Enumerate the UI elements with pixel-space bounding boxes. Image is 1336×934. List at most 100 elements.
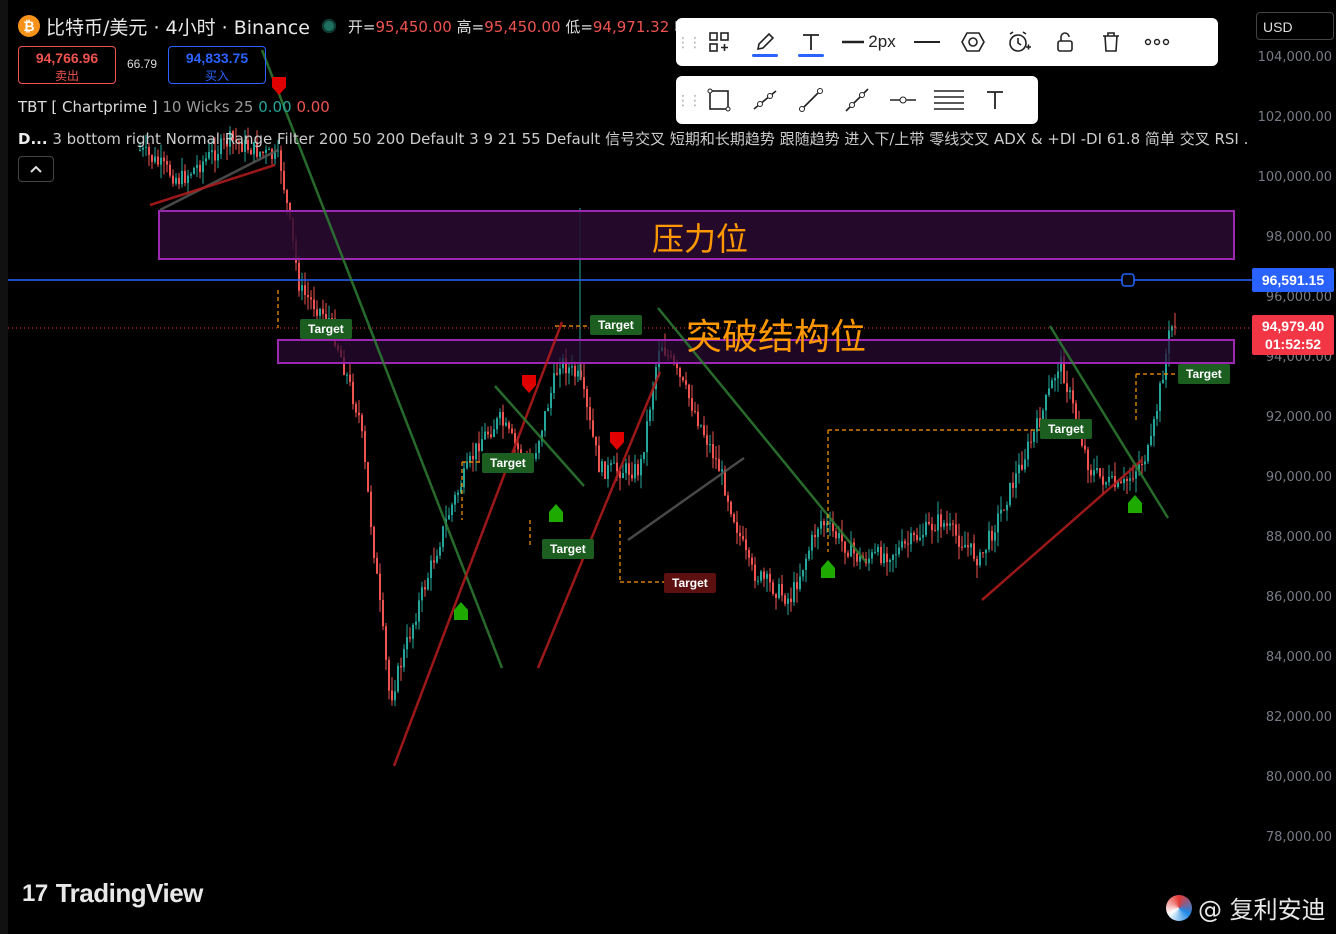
buy-button[interactable]: 94,833.75 买入 — [168, 46, 266, 84]
candle-body — [280, 150, 282, 171]
text-icon — [803, 34, 819, 50]
breakout-zone-label[interactable]: 突破结构位 — [686, 308, 866, 360]
candle-body — [1036, 418, 1038, 432]
price-axis-label: 96,000.00 — [1265, 290, 1332, 305]
candle-body — [1003, 509, 1005, 511]
alert-button[interactable] — [996, 18, 1042, 66]
candle-body — [868, 558, 870, 564]
candle-body — [430, 560, 432, 578]
trendline-tool[interactable] — [788, 76, 834, 124]
grip-icon[interactable]: ⋮⋮ — [676, 34, 702, 51]
candle-body — [466, 461, 468, 469]
price-axis-label: 92,000.00 — [1265, 410, 1332, 425]
candle-body — [535, 453, 537, 459]
templates-button[interactable] — [696, 18, 742, 66]
price-axis-label: 88,000.00 — [1265, 530, 1332, 545]
candle-body — [496, 418, 498, 430]
candle-body — [982, 552, 984, 554]
candle-body — [382, 599, 384, 627]
target-tag[interactable]: Target — [1178, 364, 1230, 384]
low-label: 低= — [565, 17, 593, 36]
candle-body — [493, 429, 495, 438]
candle-body — [787, 598, 789, 604]
market-status-icon[interactable] — [321, 19, 336, 33]
delete-button[interactable] — [1088, 18, 1134, 66]
target-tag[interactable]: Target — [1040, 419, 1092, 439]
candle-body — [970, 543, 972, 548]
trash-icon — [1103, 32, 1119, 52]
candle-body — [973, 543, 975, 559]
candle-body — [625, 463, 627, 473]
indicator-name: D... — [18, 130, 48, 148]
target-tag[interactable]: Target — [664, 573, 716, 593]
indicator-name: TBT [ Chartprime ] — [18, 98, 158, 116]
candle-body — [502, 412, 504, 426]
collapse-legend-button[interactable] — [18, 156, 54, 182]
candle-body — [913, 532, 915, 535]
text-color-button[interactable] — [788, 18, 834, 66]
price-axis-label: 90,000.00 — [1265, 470, 1332, 485]
symbol-title[interactable]: 比特币/美元 · 4小时 · Binance — [46, 13, 310, 40]
line-width-icon — [842, 40, 865, 44]
candle-body — [352, 381, 354, 405]
candle-body — [361, 415, 363, 432]
candle-body — [799, 576, 801, 590]
ray-tool[interactable] — [742, 76, 788, 124]
candle-body — [178, 177, 180, 185]
last-price-tag: 94,979.40 01:52:52 — [1252, 315, 1334, 355]
candle-body — [406, 637, 408, 650]
fill-button[interactable] — [950, 18, 996, 66]
lock-button[interactable] — [1042, 18, 1088, 66]
candle-body — [151, 155, 153, 162]
candle-body — [415, 621, 417, 625]
price-axis-label: 100,000.00 — [1257, 170, 1332, 185]
target-tag[interactable]: Target — [590, 315, 642, 335]
candle-body — [316, 309, 318, 316]
extended-line-tool[interactable] — [834, 76, 880, 124]
target-tag[interactable]: Target — [300, 319, 352, 339]
sell-button[interactable]: 94,766.96 卖出 — [18, 46, 116, 84]
candle-body — [193, 167, 195, 174]
bitcoin-icon: ₿ — [18, 15, 40, 37]
candle-body — [286, 189, 288, 203]
ray-icon — [753, 90, 777, 110]
horizontal-ray-tool[interactable] — [880, 76, 926, 124]
indicator-legend-d[interactable]: D... 3 bottom right Normal Range Filter … — [18, 128, 1248, 149]
candle-body — [907, 543, 909, 545]
candle-body — [1108, 476, 1110, 483]
candle-body — [895, 554, 897, 556]
line-width-button[interactable]: 2px — [834, 18, 904, 66]
candle-body — [424, 587, 426, 590]
indicator-legend-tbt[interactable]: TBT [ Chartprime ] 10 Wicks 25 0.00 0.00 — [18, 98, 330, 116]
candle-body — [808, 550, 810, 559]
rectangle-tool[interactable] — [696, 76, 742, 124]
candle-body — [1174, 326, 1176, 328]
candle-body — [739, 532, 741, 537]
line-style-button[interactable] — [904, 18, 950, 66]
candle-body — [745, 539, 747, 551]
ohlc-values: 开=95,450.00 高=95,450.00 低=94,971.32 收 — [348, 16, 689, 37]
more-button[interactable] — [1134, 18, 1180, 66]
candle-body — [793, 582, 795, 603]
text-tool[interactable] — [972, 76, 1018, 124]
candle-body — [358, 412, 360, 416]
candle-body — [181, 170, 183, 185]
tradingview-logo[interactable]: 17 TradingView — [22, 878, 203, 909]
line-color-button[interactable] — [742, 18, 788, 66]
target-tag[interactable]: Target — [542, 539, 594, 559]
candle-body — [484, 431, 486, 440]
target-tag[interactable]: Target — [482, 453, 534, 473]
open-value: 95,450.00 — [375, 17, 452, 36]
resistance-zone-label[interactable]: 压力位 — [652, 214, 748, 260]
chart-left-margin — [0, 0, 8, 934]
candle-body — [154, 156, 156, 162]
grip-icon[interactable]: ⋮⋮ — [676, 92, 702, 109]
candle-body — [157, 156, 159, 165]
buy-signal-marker — [821, 560, 835, 578]
currency-selector[interactable]: USD — [1256, 12, 1334, 40]
parallel-channel-tool[interactable] — [926, 76, 972, 124]
candle-body — [883, 553, 885, 564]
candle-body — [313, 299, 315, 310]
extended-line-icon — [845, 88, 869, 112]
lock-icon — [1057, 32, 1073, 52]
